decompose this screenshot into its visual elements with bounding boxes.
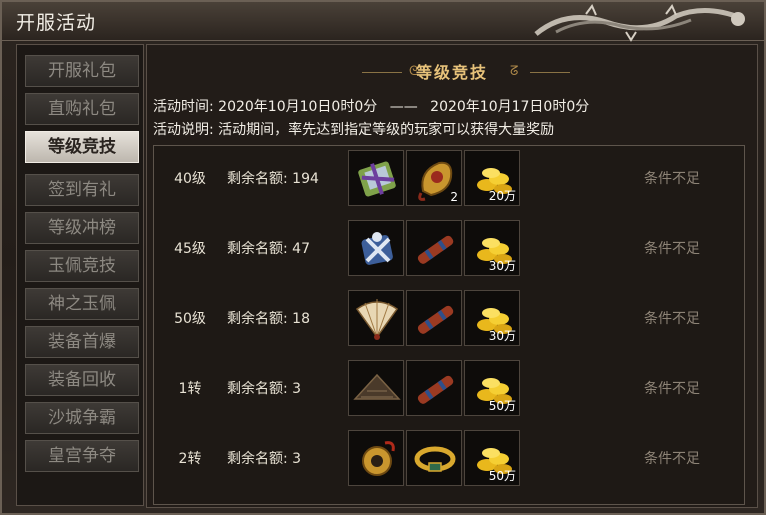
reward-slot[interactable]	[348, 290, 404, 346]
row-quota: 剩余名额: 194	[227, 168, 319, 188]
sidebar-item-shacheng-zhengba[interactable]: 沙城争霸	[25, 402, 139, 434]
time-start: 2020年10月10日0时0分	[218, 99, 378, 115]
sidebar-item-dengji-chongbang[interactable]: 等级冲榜	[25, 212, 139, 244]
item-count: 20万	[488, 189, 516, 203]
status-text: 条件不足	[644, 381, 700, 397]
reward-slot[interactable]	[348, 220, 404, 276]
reward-slot[interactable]	[406, 220, 462, 276]
activity-time: 活动时间: 2020年10月10日0时0分 —— 2020年10月17日0时0分	[153, 96, 589, 116]
quota-value: 3	[292, 451, 302, 467]
quota-label: 剩余名额:	[227, 451, 288, 467]
header-divider-right	[530, 72, 570, 73]
quota-label: 剩余名额:	[227, 311, 288, 327]
status-text: 条件不足	[644, 171, 700, 187]
sidebar-item-yupei-jingji[interactable]: 玉佩竞技	[25, 250, 139, 282]
desc-text: 活动期间，率先达到指定等级的玩家可以获得大量奖励	[218, 122, 555, 138]
row-level: 40级	[174, 171, 206, 187]
quota-label: 剩余名额:	[227, 381, 288, 397]
golden-bracelet-icon	[414, 446, 456, 472]
reward-slot[interactable]	[406, 290, 462, 346]
sidebar-item-shenzhi-yupei[interactable]: 神之玉佩	[25, 288, 139, 320]
window-title: 开服活动	[16, 12, 97, 34]
item-count: 50万	[488, 399, 516, 413]
reward-slot[interactable]	[348, 150, 404, 206]
table-row: 2转 剩余名额: 3 50万 条件不足	[154, 426, 744, 490]
quota-label: 剩余名额:	[227, 241, 288, 257]
table-row: 40级 剩余名额: 194 2 20万 条件不足	[154, 146, 744, 210]
reward-slot[interactable]: 50万	[464, 430, 520, 486]
sidebar-item-kaifu-libao[interactable]: 开服礼包	[25, 55, 139, 87]
jade-pendant-icon	[362, 441, 395, 476]
row-level: 1转	[178, 381, 202, 397]
scroll-icon	[417, 235, 454, 264]
item-count: 2	[450, 190, 458, 204]
time-end: 2020年10月17日0时0分	[430, 99, 590, 115]
straw-hat-icon	[353, 373, 401, 400]
reward-slot[interactable]: 2	[406, 150, 462, 206]
blue-gift-icon	[361, 232, 393, 265]
item-count: 30万	[488, 329, 516, 343]
row-quota: 剩余名额: 47	[227, 238, 310, 258]
table-row: 50级 剩余名额: 18 30万 条件不足	[154, 286, 744, 350]
dragon-ornament-icon	[534, 4, 745, 42]
reward-slot[interactable]: 30万	[464, 290, 520, 346]
quota-value: 194	[292, 171, 319, 187]
reward-slot[interactable]: 20万	[464, 150, 520, 206]
reward-slot[interactable]	[406, 360, 462, 416]
sidebar-item-zhigou-libao[interactable]: 直购礼包	[25, 93, 139, 125]
activity-description: 活动说明: 活动期间，率先达到指定等级的玩家可以获得大量奖励	[153, 119, 554, 139]
row-quota: 剩余名额: 3	[227, 378, 301, 398]
quota-value: 47	[292, 241, 310, 257]
sidebar-item-huanggong-zhengduo[interactable]: 皇宫争夺	[25, 440, 139, 472]
item-count: 50万	[488, 469, 516, 483]
quota-value: 3	[292, 381, 302, 397]
sidebar-item-zhuangbei-huishou[interactable]: 装备回收	[25, 364, 139, 396]
reward-slot[interactable]: 50万	[464, 360, 520, 416]
quota-value: 18	[292, 311, 310, 327]
row-level: 50级	[174, 311, 206, 327]
desc-label: 活动说明:	[153, 122, 214, 138]
row-level: 45级	[174, 241, 206, 257]
quota-label: 剩余名额:	[227, 171, 288, 187]
table-row: 1转 剩余名额: 3 50万 条件不足	[154, 356, 744, 420]
reward-slot[interactable]	[348, 430, 404, 486]
sidebar: 开服礼包 直购礼包 等级竞技 签到有礼 等级冲榜 玉佩竞技 神之玉佩 装备首爆 …	[16, 44, 144, 506]
reward-slot[interactable]: 30万	[464, 220, 520, 276]
gift-bundle-icon	[358, 161, 396, 197]
status-text: 条件不足	[644, 241, 700, 257]
item-count: 30万	[488, 259, 516, 273]
time-separator: ——	[389, 99, 418, 115]
sidebar-item-qiandao[interactable]: 签到有礼	[25, 174, 139, 206]
reward-slot[interactable]	[406, 430, 462, 486]
sidebar-item-zhuangbei-shoubao[interactable]: 装备首爆	[25, 326, 139, 358]
row-quota: 剩余名额: 3	[227, 448, 301, 468]
reward-table: 40级 剩余名额: 194 2 20万 条件不足 45级 剩余名额: 47 30…	[153, 145, 745, 505]
activity-window: 开服活动 开服礼包 直购礼包 等级竞技 签到有礼 等级冲榜 玉佩竞技 神之玉佩 …	[0, 0, 766, 515]
table-row: 45级 剩余名额: 47 30万 条件不足	[154, 216, 744, 280]
time-label: 活动时间:	[153, 99, 214, 115]
status-text: 条件不足	[644, 311, 700, 327]
activity-panel: ᘓ 等级竞技 ᘔ 活动时间: 2020年10月10日0时0分 —— 2020年1…	[146, 44, 758, 508]
scroll-icon	[417, 305, 454, 334]
row-quota: 剩余名额: 18	[227, 308, 310, 328]
sidebar-item-dengji-jingji[interactable]: 等级竞技	[25, 131, 139, 163]
folding-fan-icon	[355, 299, 399, 340]
row-level: 2转	[178, 451, 202, 467]
reward-slot[interactable]	[348, 360, 404, 416]
title-bar: 开服活动	[2, 2, 764, 42]
right-scroll-ornament-icon: ᘔ	[510, 64, 519, 79]
panel-title: 等级竞技	[415, 63, 488, 82]
status-text: 条件不足	[644, 451, 700, 467]
scroll-icon	[417, 375, 454, 404]
